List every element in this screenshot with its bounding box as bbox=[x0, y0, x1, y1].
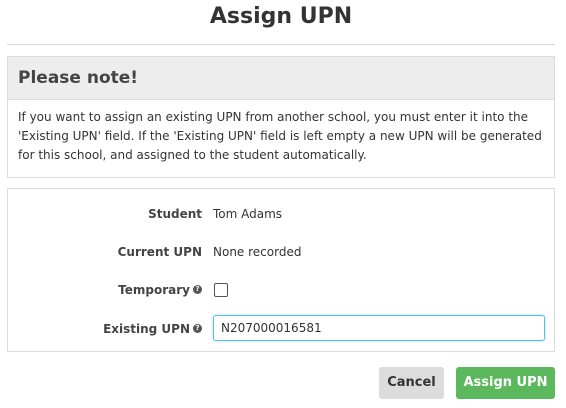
temporary-checkbox[interactable] bbox=[214, 283, 228, 297]
notice-heading: Please note! bbox=[8, 57, 554, 100]
question-circle-icon[interactable]: ? bbox=[193, 324, 202, 333]
current-upn-label: Current UPN bbox=[117, 245, 202, 259]
temporary-label-wrap: Temporary? bbox=[118, 276, 202, 304]
notice-panel: Please note! If you want to assign an ex… bbox=[7, 56, 555, 178]
existing-upn-label-wrap: Existing UPN? bbox=[103, 315, 202, 343]
notice-body: If you want to assign an existing UPN fr… bbox=[18, 110, 542, 162]
assign-upn-form: Student Tom Adams Current UPN None recor… bbox=[7, 188, 555, 352]
existing-upn-row: Existing UPN? bbox=[8, 315, 554, 343]
student-label: Student bbox=[148, 207, 202, 221]
question-circle-icon[interactable]: ? bbox=[193, 285, 202, 294]
title-divider bbox=[7, 44, 555, 45]
student-value: Tom Adams bbox=[213, 207, 283, 221]
current-upn-value: None recorded bbox=[213, 245, 302, 259]
dialog-title: Assign UPN bbox=[209, 4, 353, 29]
current-upn-row: Current UPN None recorded bbox=[8, 238, 554, 266]
temporary-label: Temporary bbox=[118, 283, 190, 297]
existing-upn-input[interactable] bbox=[213, 315, 545, 341]
student-row: Student Tom Adams bbox=[8, 200, 554, 228]
cancel-button[interactable]: Cancel bbox=[379, 367, 444, 399]
assign-upn-button[interactable]: Assign UPN bbox=[456, 367, 555, 399]
existing-upn-label: Existing UPN bbox=[103, 322, 190, 336]
temporary-row: Temporary? bbox=[8, 276, 554, 304]
